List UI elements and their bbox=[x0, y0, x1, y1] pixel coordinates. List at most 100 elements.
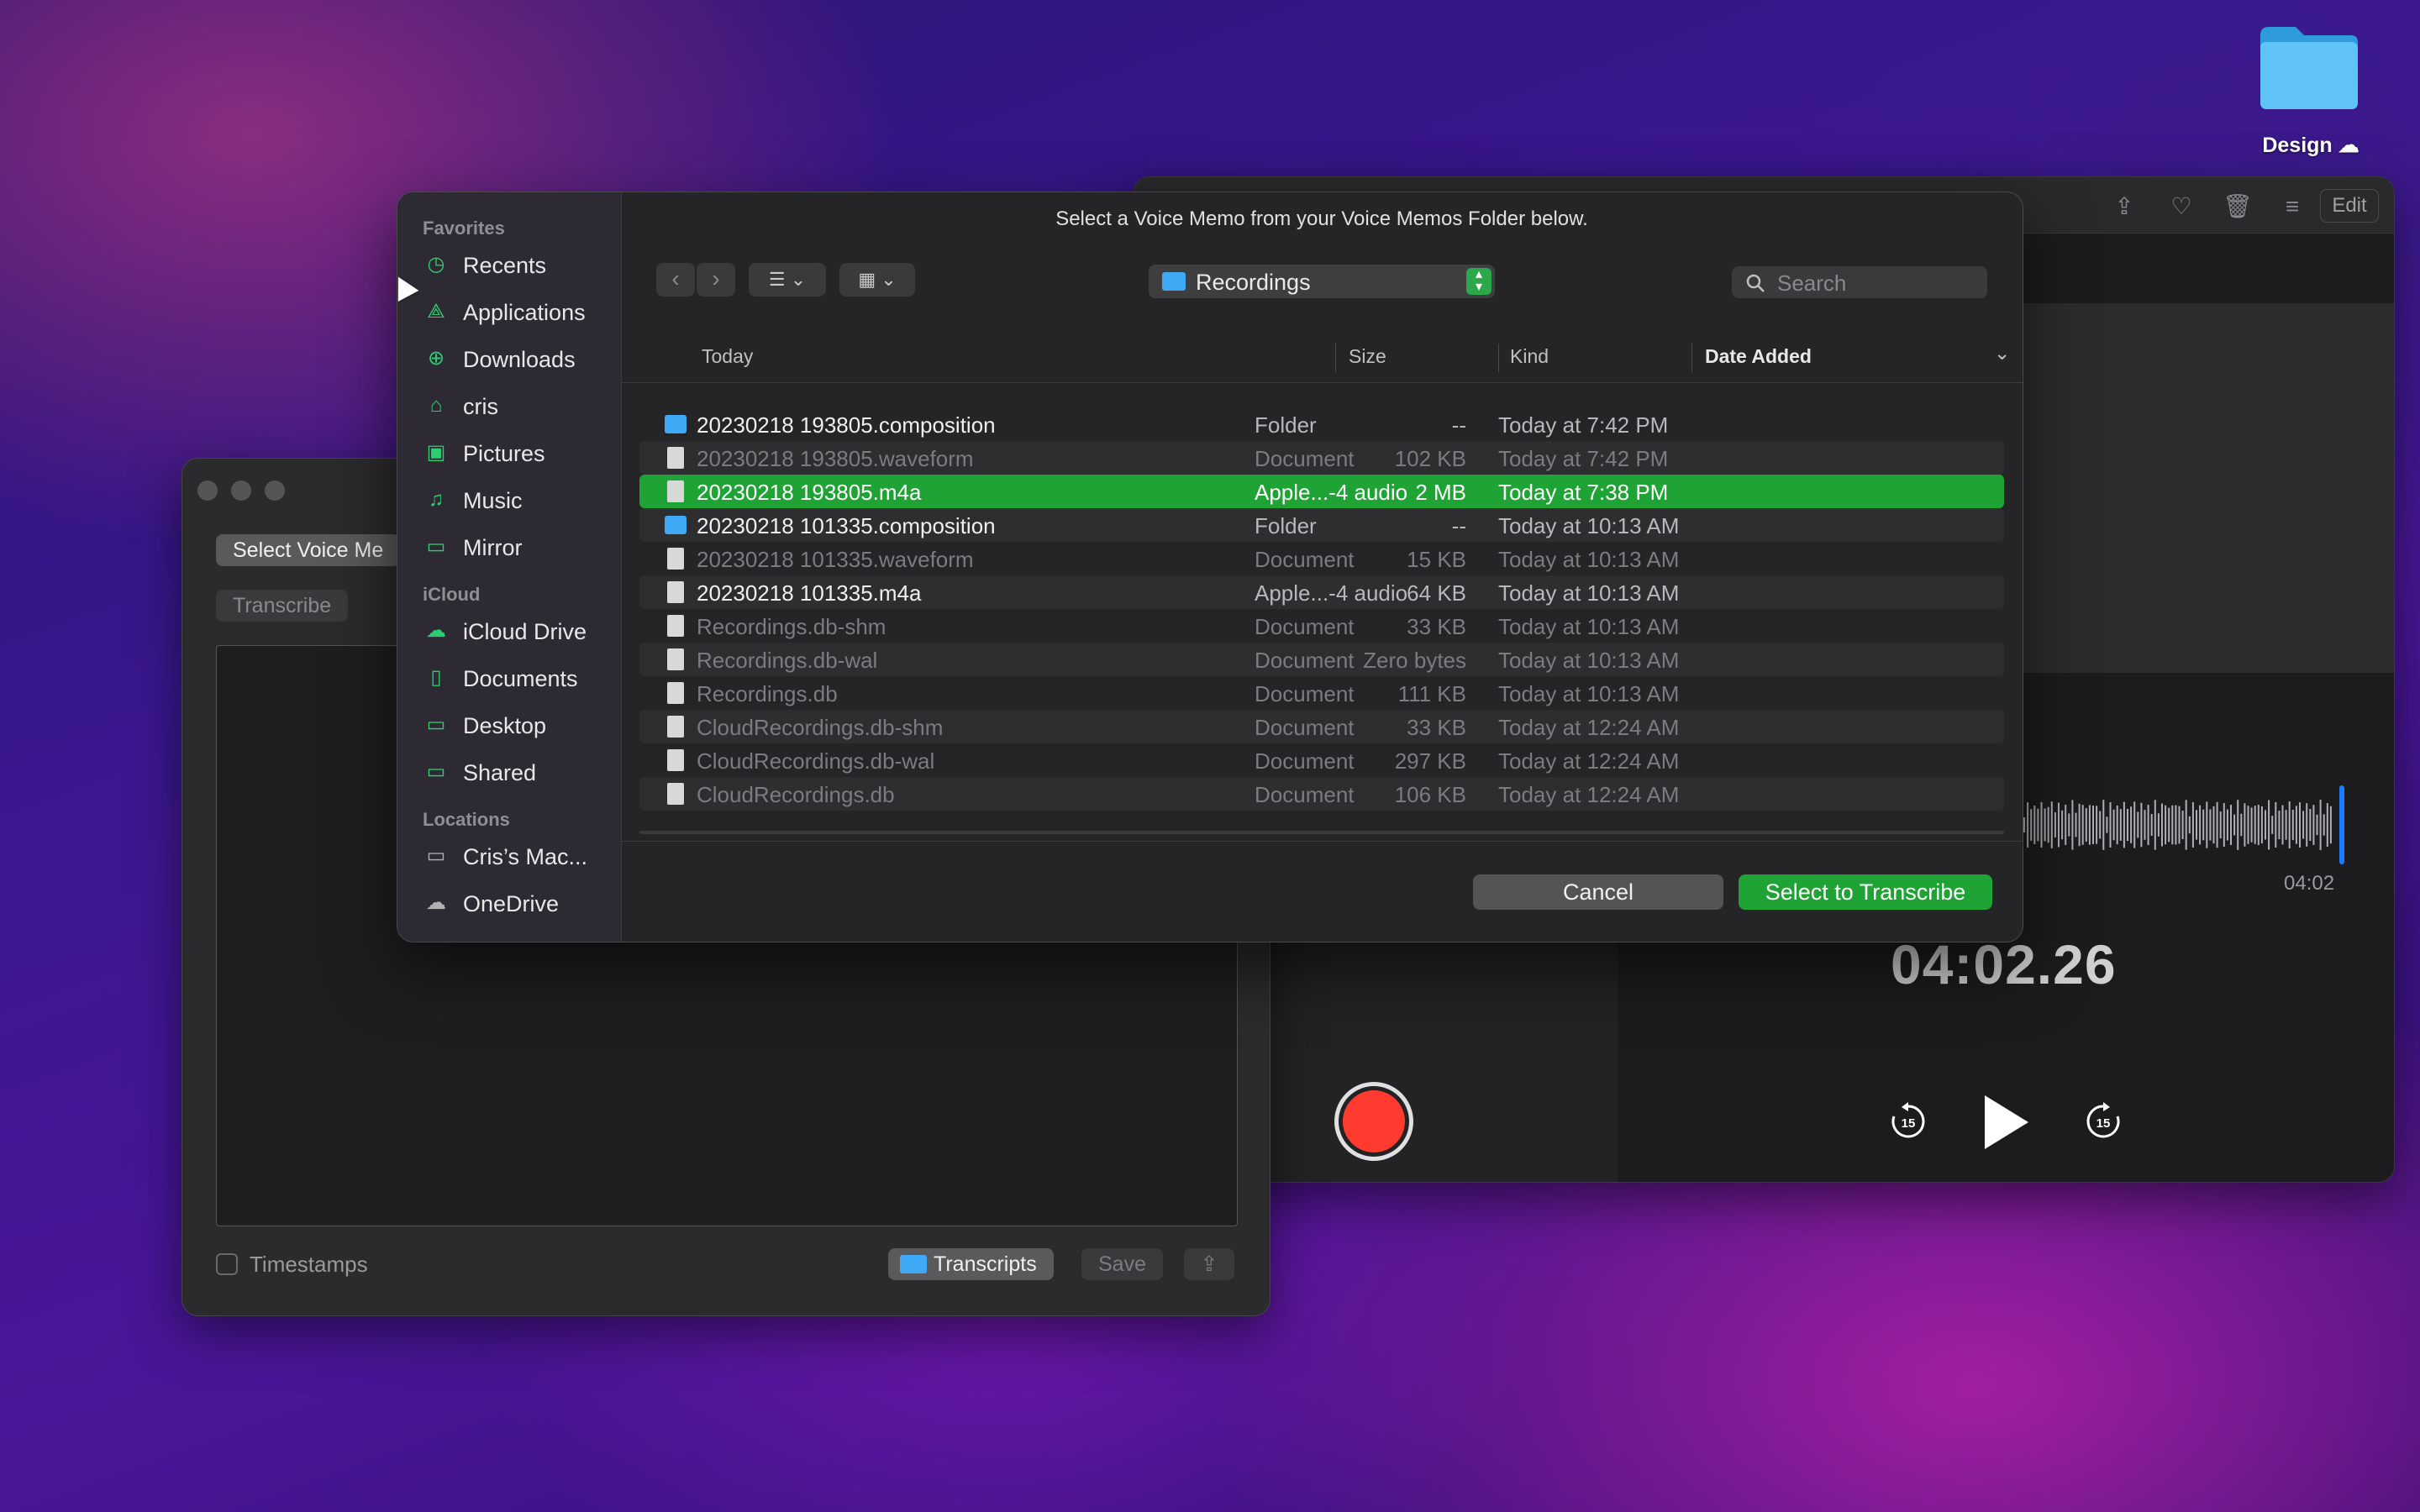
table-row[interactable]: Recordings.db-shm 33 KB Document Today at 1… bbox=[639, 609, 2004, 643]
search-field[interactable]: Search bbox=[1732, 266, 1987, 298]
playhead[interactable] bbox=[2339, 785, 2344, 864]
table-row[interactable]: 20230218 193805.waveform 102 KB Document To… bbox=[639, 441, 2004, 475]
sidebar-item-pictures[interactable]: ▣ Pictures bbox=[416, 433, 611, 473]
file-name: Recordings.db-shm bbox=[697, 614, 886, 639]
share-icon[interactable]: ⇪ bbox=[1184, 1248, 1234, 1280]
waveform[interactable] bbox=[2023, 785, 2338, 864]
column-separator[interactable] bbox=[1498, 344, 1499, 372]
table-row[interactable]: 20230218 101335.composition -- Folder Today… bbox=[639, 508, 2004, 542]
share-icon[interactable]: ⇪ bbox=[2110, 192, 2139, 221]
timestamps-checkbox[interactable] bbox=[216, 1253, 238, 1275]
path-popup[interactable]: Recordings ▴ ▾ bbox=[1149, 265, 1495, 298]
design-folder-label[interactable]: Design ☁ bbox=[2218, 133, 2403, 158]
document-icon bbox=[667, 749, 684, 771]
document-icon bbox=[667, 716, 684, 738]
group-view-button[interactable]: ▦ ⌄ bbox=[839, 263, 915, 297]
waveform-bar bbox=[2306, 803, 2308, 847]
file-kind: Document bbox=[1255, 681, 1355, 706]
waveform-bar bbox=[2171, 805, 2174, 845]
cancel-button[interactable]: Cancel bbox=[1473, 874, 1723, 910]
file-date: Today at 10:13 AM bbox=[1498, 547, 1680, 572]
folder-icon: ▭ bbox=[426, 535, 446, 558]
home-icon: ⌂ bbox=[429, 394, 443, 417]
zoom-window-button[interactable] bbox=[265, 480, 285, 501]
waveform-bar bbox=[2178, 806, 2181, 844]
column-header-date-added[interactable]: Date Added bbox=[1705, 345, 1812, 368]
waveform-bar bbox=[2050, 801, 2053, 848]
sidebar-item-documents[interactable]: ▯ Documents bbox=[416, 658, 611, 698]
sidebar-item-shared[interactable]: ▭ Shared bbox=[416, 752, 611, 792]
column-separator[interactable] bbox=[1691, 344, 1692, 372]
sidebar-item-cris-s-mac[interactable]: ▭ Cris’s Mac... bbox=[416, 836, 611, 876]
file-name: 20230218 193805.waveform bbox=[697, 446, 974, 471]
forward-button[interactable]: › bbox=[697, 263, 735, 297]
settings-sliders-icon[interactable]: ≡ bbox=[2278, 192, 2307, 221]
table-row[interactable]: 20230218 101335.m4a 64 KB Apple...-4 audio… bbox=[639, 575, 2004, 609]
close-window-button[interactable] bbox=[197, 480, 218, 501]
sidebar-item-desktop[interactable]: ▭ Desktop bbox=[416, 705, 611, 745]
table-row[interactable]: Recordings.db-wal Zero bytes Document Today… bbox=[639, 643, 2004, 676]
save-button[interactable]: Save bbox=[1081, 1248, 1163, 1280]
play-icon[interactable] bbox=[1985, 1095, 2028, 1149]
file-name: 20230218 101335.composition bbox=[697, 513, 996, 538]
waveform-bar bbox=[2226, 809, 2228, 841]
file-size: 106 KB bbox=[1394, 782, 1466, 807]
file-kind: Document bbox=[1255, 748, 1355, 774]
document-icon bbox=[667, 615, 684, 637]
sort-chevron-icon[interactable]: ⌄ bbox=[1994, 342, 2010, 365]
waveform-bar bbox=[2185, 800, 2187, 850]
table-row[interactable]: 20230218 193805.composition -- Folder Today… bbox=[639, 407, 2004, 441]
list-view-button[interactable]: ☰ ⌄ bbox=[749, 263, 826, 297]
waveform-bar bbox=[2191, 802, 2194, 848]
sidebar-item-label: cris bbox=[463, 394, 498, 419]
table-row-selected[interactable]: 20230218 193805.m4a 2 MB Apple...-4 audio T… bbox=[639, 475, 2004, 508]
horizontal-scrollbar[interactable] bbox=[639, 831, 2004, 834]
waveform-bar bbox=[2316, 814, 2318, 836]
waveform-bar bbox=[2085, 808, 2087, 842]
transcripts-button[interactable]: Transcripts bbox=[888, 1248, 1054, 1280]
back-button[interactable]: ‹ bbox=[656, 263, 695, 297]
document-icon: ▯ bbox=[430, 666, 442, 689]
waveform-bar bbox=[2288, 801, 2291, 848]
sidebar-item-applications[interactable]: ⟁ Applications bbox=[416, 291, 611, 332]
waveform-bar bbox=[2250, 807, 2253, 843]
sidebar-item-mirror[interactable]: ▭ Mirror bbox=[416, 527, 611, 567]
waveform-bar bbox=[2265, 810, 2266, 840]
heart-icon[interactable]: ♡ bbox=[2167, 192, 2196, 221]
table-row[interactable]: CloudRecordings.db-wal 297 KB Document Toda… bbox=[639, 743, 2004, 777]
table-row[interactable]: CloudRecordings.db-shm 33 KB Document Today… bbox=[639, 710, 2004, 743]
waveform-bar bbox=[2092, 806, 2094, 844]
stepper-arrows-icon: ▴ ▾ bbox=[1466, 268, 1491, 295]
sidebar-item-music[interactable]: ♫ Music bbox=[416, 480, 611, 520]
column-header-size[interactable]: Size bbox=[1349, 345, 1386, 368]
select-voice-memo-button[interactable]: Select Voice Me bbox=[216, 534, 401, 566]
column-header-name[interactable]: Today bbox=[702, 345, 753, 368]
column-separator[interactable] bbox=[1335, 344, 1336, 372]
waveform-bar bbox=[2299, 802, 2301, 848]
record-button[interactable] bbox=[1334, 1082, 1413, 1161]
table-row[interactable]: CloudRecordings.db 106 KB Document Today at… bbox=[639, 777, 2004, 811]
edit-button[interactable]: Edit bbox=[2320, 189, 2379, 223]
sidebar-item-onedrive[interactable]: ☁ OneDrive bbox=[416, 883, 611, 923]
skip-forward-icon[interactable]: 15 bbox=[2084, 1102, 2123, 1141]
transcribe-button[interactable]: Transcribe bbox=[216, 590, 349, 622]
sidebar-item-downloads[interactable]: ⊕ Downloads bbox=[416, 339, 611, 379]
file-size: Zero bytes bbox=[1363, 648, 1466, 673]
sidebar-item-recents[interactable]: ◷ Recents bbox=[416, 244, 611, 285]
design-folder-icon[interactable] bbox=[2257, 24, 2361, 111]
skip-back-icon[interactable]: 15 bbox=[1889, 1102, 1928, 1141]
trash-icon[interactable]: 🗑 bbox=[2223, 192, 2253, 221]
table-row[interactable]: Recordings.db 111 KB Document Today at 10:1… bbox=[639, 676, 2004, 710]
file-kind: Document bbox=[1255, 715, 1355, 740]
minimize-window-button[interactable] bbox=[231, 480, 251, 501]
select-to-transcribe-button[interactable]: Select to Transcribe bbox=[1739, 874, 1992, 910]
sidebar-item-icloud-drive[interactable]: ☁ iCloud Drive bbox=[416, 611, 611, 651]
waveform-bar bbox=[2196, 810, 2197, 840]
table-row[interactable]: 20230218 101335.waveform 15 KB Document Tod… bbox=[639, 542, 2004, 575]
file-size: -- bbox=[1451, 513, 1466, 538]
document-icon bbox=[667, 447, 684, 469]
file-size: 15 KB bbox=[1407, 547, 1466, 572]
sidebar-item-cris[interactable]: ⌂ cris bbox=[416, 386, 611, 426]
waveform-bar bbox=[2065, 805, 2067, 845]
column-header-kind[interactable]: Kind bbox=[1510, 345, 1549, 368]
